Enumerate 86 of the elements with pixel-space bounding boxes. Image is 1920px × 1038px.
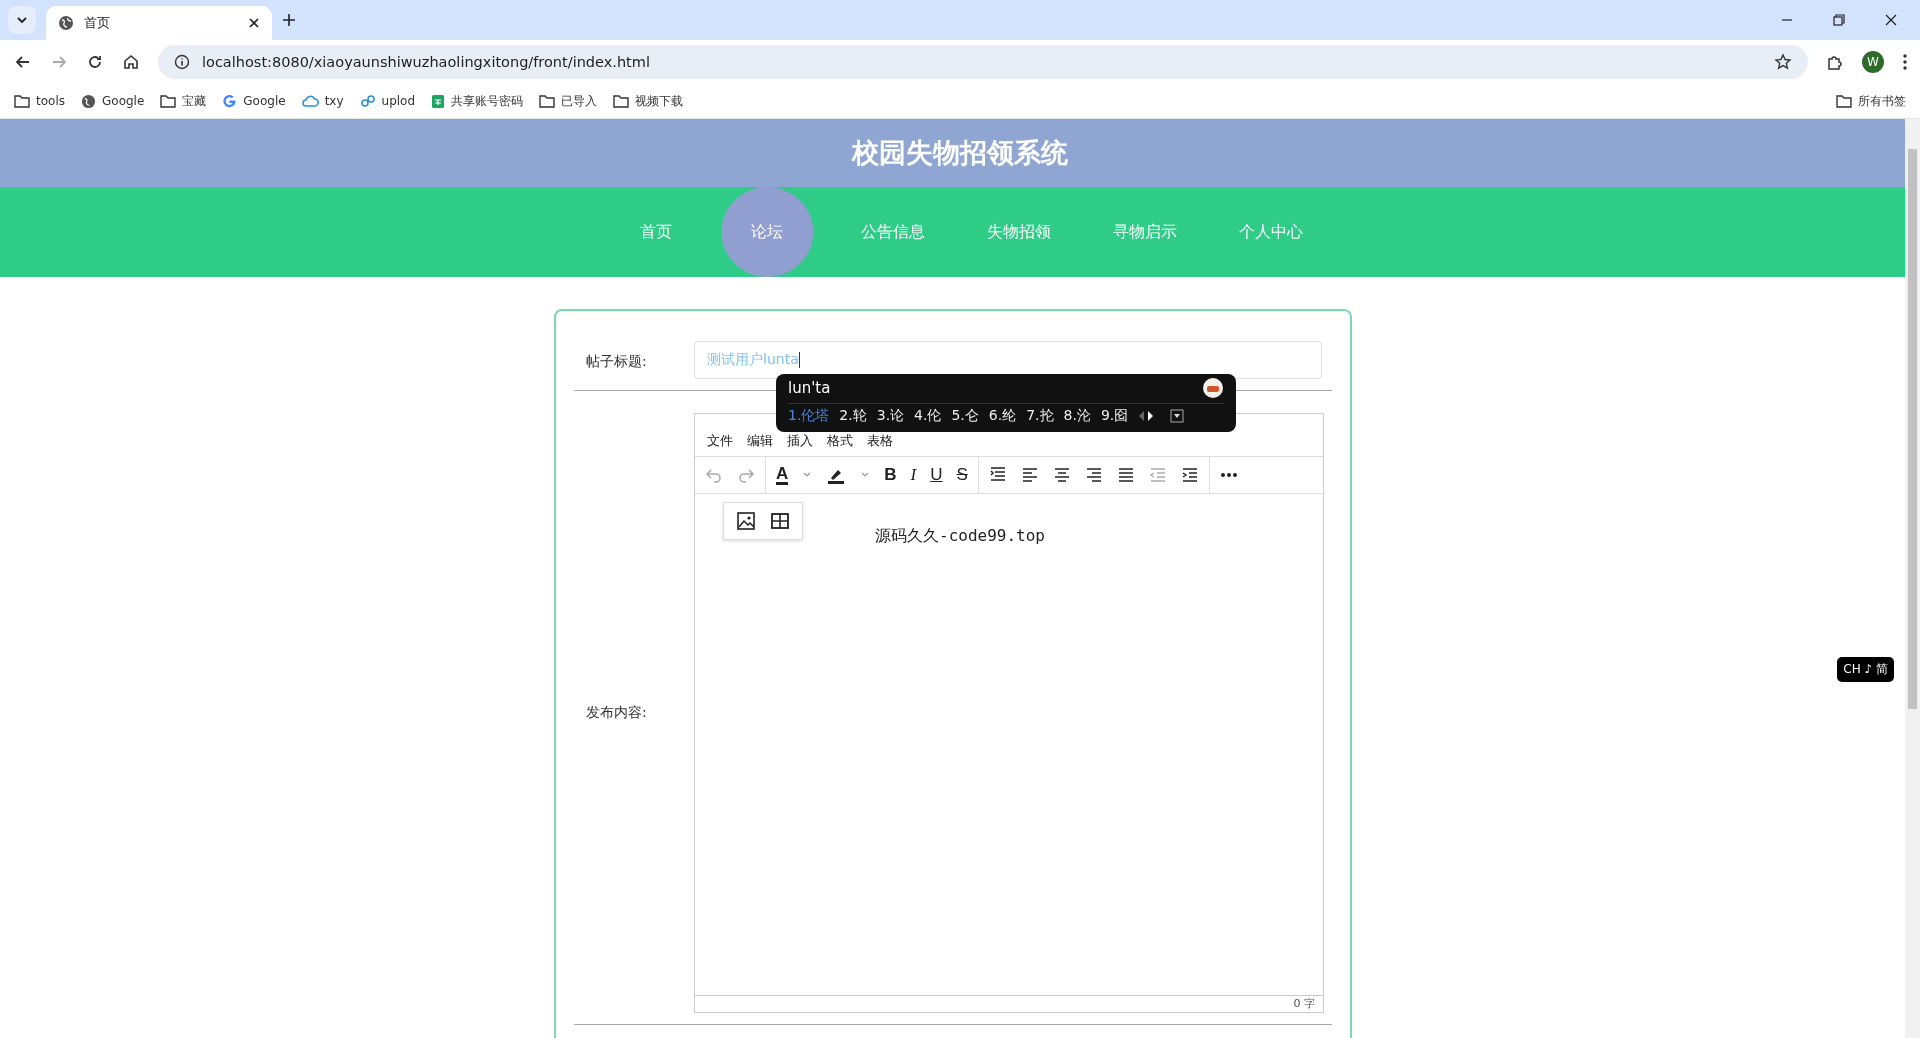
browser-tab[interactable]: 首页 (46, 6, 272, 40)
indent-icon[interactable] (1180, 466, 1199, 484)
bookmark-label: Google (243, 94, 286, 108)
bookmark-item[interactable]: 视频下载 (613, 92, 684, 110)
field-label: 帖子标题: (585, 352, 648, 371)
bold-button[interactable]: B (884, 465, 897, 485)
bookmark-label: tools (36, 94, 65, 108)
word-count: 0 字 (1293, 996, 1315, 1012)
underline-button[interactable]: U (930, 465, 943, 485)
folder-icon (160, 94, 177, 108)
folder-icon (539, 94, 556, 108)
bookmark-item[interactable]: 已导入 (539, 92, 598, 110)
ime-candidate[interactable]: 9.囵 (1100, 407, 1129, 425)
scrollbar[interactable] (1905, 119, 1920, 1038)
folder-icon (613, 94, 630, 108)
editor-text: 源码久久-code99.top (875, 526, 1046, 547)
bookmark-label: 共享账号密码 (451, 92, 524, 110)
restore-icon[interactable] (1832, 13, 1846, 27)
strikethrough-button[interactable]: S (956, 465, 968, 485)
align-center-icon[interactable] (1052, 466, 1071, 484)
editor-menu-item[interactable]: 格式 (827, 432, 853, 450)
folder-icon (14, 94, 30, 108)
ime-candidate[interactable]: 2.轮 (839, 407, 867, 425)
bookmark-item[interactable]: tools (14, 94, 65, 108)
editor-menu-item[interactable]: 编辑 (747, 432, 773, 450)
ime-candidate[interactable]: 4.伦 (914, 407, 942, 425)
bookmark-item[interactable]: 共享账号密码 (431, 92, 524, 110)
align-justify-icon[interactable] (1116, 466, 1135, 484)
bookmark-label: Google (102, 94, 145, 108)
reload-icon[interactable] (86, 53, 104, 71)
link-icon (359, 94, 376, 108)
ime-mode-indicator: CH ♪ 简 (1837, 657, 1894, 682)
ime-candidate[interactable]: 8.沦 (1063, 407, 1091, 425)
bookmark-label: uplod (381, 94, 416, 108)
url-text: localhost:8080/xiaoyaunshiwuzhaolingxitong/front/index.html (202, 54, 650, 70)
close-icon[interactable] (248, 17, 260, 29)
cloud-icon (301, 94, 319, 108)
new-tab-icon[interactable] (282, 13, 296, 27)
bookmark-item[interactable]: 宝藏 (160, 92, 207, 110)
title-value: 测试用户lunta (707, 351, 799, 369)
field-label: 发布内容: (585, 703, 648, 722)
site-title: 校园失物招领系统 (852, 136, 1068, 170)
ime-candidate[interactable]: 3.论 (876, 407, 905, 425)
bookmark-label: txy (324, 94, 344, 108)
bookmark-label: 所有书签 (1858, 92, 1906, 110)
chevron-down-icon (16, 14, 28, 26)
bookmark-label: 宝藏 (182, 92, 207, 110)
tab-title: 首页 (84, 14, 111, 32)
expand-icon[interactable] (1170, 409, 1185, 423)
globe-icon (58, 15, 74, 31)
home-icon[interactable] (122, 53, 140, 71)
address-bar[interactable]: localhost:8080/xiaoyaunshiwuzhaolingxitong/front/index.html (158, 45, 1808, 79)
star-icon[interactable] (1774, 53, 1792, 71)
image-icon[interactable] (736, 511, 756, 531)
tab-search-button[interactable] (8, 6, 36, 34)
folder-icon (1836, 94, 1852, 108)
bookmark-item[interactable]: uplod (359, 94, 416, 108)
puzzle-icon[interactable] (1826, 53, 1844, 71)
bookmark-item[interactable]: txy (301, 94, 344, 108)
profile-avatar[interactable]: W (1862, 51, 1884, 73)
italic-button[interactable]: I (910, 465, 917, 485)
more-vertical-icon[interactable] (1902, 53, 1908, 71)
ime-candidate[interactable]: 1.伦塔 (788, 407, 830, 425)
all-bookmarks-item[interactable]: 所有书签 (1836, 92, 1906, 110)
more-icon[interactable] (1219, 472, 1238, 478)
info-icon (174, 54, 190, 70)
align-right-icon[interactable] (1084, 466, 1103, 484)
bookmark-item[interactable]: Google (222, 93, 286, 109)
bookmark-item[interactable]: Google (81, 93, 145, 109)
align-left-icon[interactable] (1020, 466, 1039, 484)
spreadsheet-icon (431, 93, 446, 109)
ime-composition: lun'ta (788, 379, 831, 397)
text-color-button[interactable]: A (776, 465, 789, 485)
ime-logo-icon (1202, 377, 1224, 399)
ime-candidate[interactable]: 5.仑 (951, 407, 979, 425)
editor-menu-item[interactable]: 文件 (707, 432, 733, 450)
bookmark-label: 视频下载 (635, 92, 684, 110)
ime-candidate[interactable]: 7.抡 (1026, 407, 1054, 425)
close-icon[interactable] (1884, 13, 1898, 27)
google-g-icon (222, 93, 238, 109)
table-icon[interactable] (770, 511, 790, 531)
editor-menu-item[interactable]: 插入 (787, 432, 813, 450)
bookmark-label: 已导入 (561, 92, 598, 110)
editor-menu-item[interactable]: 表格 (867, 432, 893, 450)
ime-candidate[interactable]: 6.纶 (988, 407, 1017, 425)
globe-icon (81, 93, 96, 109)
